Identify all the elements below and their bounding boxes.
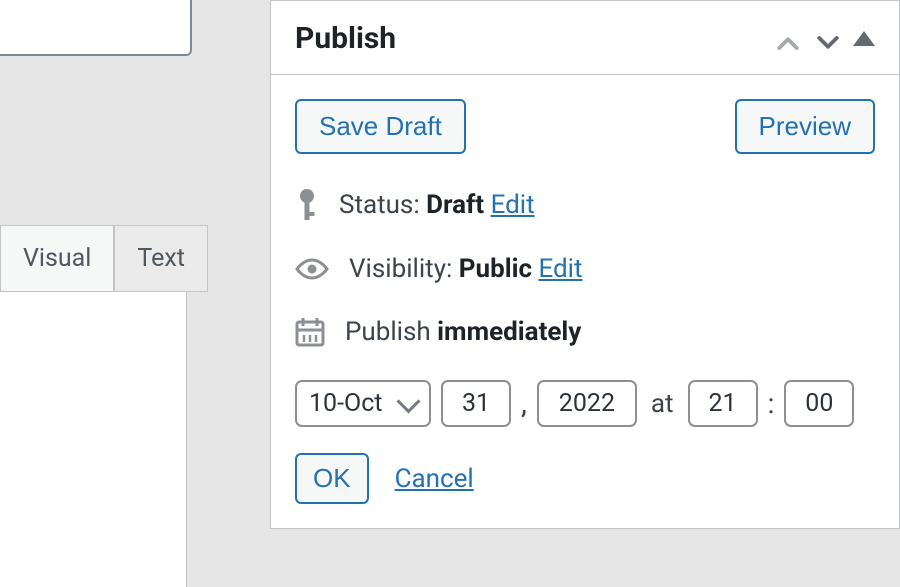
time-colon: : <box>768 387 775 420</box>
chevron-up-icon[interactable] <box>773 28 795 50</box>
date-comma: , <box>521 386 527 421</box>
status-value: Draft <box>426 190 484 220</box>
calendar-icon <box>295 316 325 348</box>
publish-panel-title: Publish <box>295 21 396 56</box>
at-label: at <box>651 389 674 419</box>
hour-input[interactable] <box>688 380 758 427</box>
editor-content-area[interactable] <box>0 291 187 587</box>
schedule-label: Publish <box>345 317 437 347</box>
schedule-label-bold: immediately <box>437 317 581 347</box>
day-input[interactable] <box>441 380 511 427</box>
key-icon <box>295 188 319 222</box>
status-row: Status: Draft Edit <box>295 188 875 222</box>
chevron-down-icon[interactable] <box>813 28 835 50</box>
publish-panel-header: Publish <box>271 1 899 75</box>
schedule-row: Publish immediately <box>295 316 875 348</box>
triangle-toggle-icon[interactable] <box>853 31 875 46</box>
panel-order-controls <box>773 28 875 50</box>
publish-panel: Publish Save Draft Preview <box>270 0 900 529</box>
month-select[interactable]: 10-Oct <box>295 380 431 427</box>
tab-text[interactable]: Text <box>114 225 208 292</box>
visibility-row: Visibility: Public Edit <box>295 254 875 284</box>
status-label: Status: <box>339 190 426 220</box>
year-input[interactable] <box>537 380 637 427</box>
preview-button[interactable]: Preview <box>735 99 875 154</box>
title-input-box[interactable] <box>0 0 192 56</box>
tab-visual[interactable]: Visual <box>0 225 114 292</box>
publish-actions-row: Save Draft Preview <box>295 99 875 154</box>
schedule-date-row: 10-Oct , at : <box>295 380 875 427</box>
ok-button[interactable]: OK <box>295 453 369 504</box>
visibility-label: Visibility: <box>349 254 459 284</box>
visibility-value: Public <box>459 254 532 284</box>
cancel-link[interactable]: Cancel <box>395 464 474 494</box>
status-edit-link[interactable]: Edit <box>491 190 535 220</box>
schedule-confirm-row: OK Cancel <box>295 453 875 504</box>
visibility-edit-link[interactable]: Edit <box>538 254 582 284</box>
save-draft-button[interactable]: Save Draft <box>295 99 466 154</box>
eye-icon <box>295 257 329 281</box>
editor-tab-row: Visual Text <box>0 225 208 292</box>
minute-input[interactable] <box>784 380 854 427</box>
